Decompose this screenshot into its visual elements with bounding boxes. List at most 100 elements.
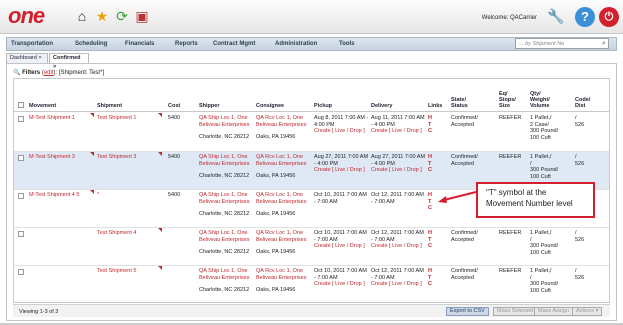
- home-icon[interactable]: ⌂: [72, 6, 92, 26]
- pickup-window: Aug 27, 2011 7:00 AM - 4:00 PM: [314, 154, 369, 167]
- shipment-flag-icon: [158, 152, 162, 156]
- consignee-city: Oaks, PA 19456: [256, 287, 296, 293]
- menu-transportation[interactable]: Transportation: [11, 41, 53, 47]
- delivery-create-link[interactable]: Create [ Live / Drop ]: [371, 243, 426, 250]
- refresh-icon[interactable]: ⟳: [112, 6, 132, 26]
- shipment-link[interactable]: Test Shipment 1: [97, 115, 163, 122]
- row-checkbox[interactable]: [18, 116, 24, 122]
- links-htc[interactable]: H T C: [428, 154, 438, 174]
- filters-value: [Shipment: Test*]: [58, 70, 105, 76]
- pickup-create-link[interactable]: Create [ Live / Drop ]: [314, 128, 369, 135]
- menu-contract-mgmt[interactable]: Contract Mgmt: [213, 41, 255, 47]
- filters-edit-link[interactable]: edit: [44, 70, 54, 76]
- movement-link[interactable]: M-Test Shipment 4 5: [29, 192, 95, 199]
- delivery-create-link[interactable]: Create [ Live / Drop ]: [371, 281, 426, 288]
- row-checkbox[interactable]: [18, 269, 24, 275]
- row-checkbox[interactable]: [18, 231, 24, 237]
- equipment: REEFER: [499, 154, 522, 160]
- shipment-link[interactable]: *: [97, 192, 163, 199]
- col-pickup[interactable]: Pickup: [314, 103, 332, 109]
- header-divider: [14, 111, 609, 112]
- movement-flag-icon: [90, 113, 94, 117]
- tab-dashboard[interactable]: Dashboard ×: [6, 53, 48, 63]
- brand-logo[interactable]: one: [8, 3, 45, 29]
- delivery-create-link[interactable]: Create [ Live / Drop ]: [371, 128, 426, 135]
- col-code-dist[interactable]: Code/ Dist: [575, 97, 590, 109]
- shipment-link[interactable]: Test Shipment 4: [97, 230, 163, 237]
- col-movement[interactable]: Movement: [29, 103, 56, 109]
- shipment-link[interactable]: Test Shipment 3: [97, 154, 163, 161]
- row-checkbox[interactable]: [18, 155, 24, 161]
- links-htc[interactable]: H T C: [428, 192, 438, 212]
- movement-link[interactable]: M-Test Shipment 3: [29, 154, 95, 161]
- filters-label: Filters: [22, 70, 41, 76]
- tab-confirmed[interactable]: Confirmed ×: [49, 53, 89, 70]
- pickup-window: Oct 10, 2011 7:00 AM - 7:00 AM: [314, 268, 367, 281]
- actions-dropdown-button[interactable]: Actions ▾: [572, 307, 603, 316]
- shipment-link[interactable]: Test Shipment 5: [97, 268, 163, 275]
- col-links[interactable]: Links: [428, 103, 442, 109]
- pickup-create-link[interactable]: Create [ Live / Drop ]: [314, 167, 369, 174]
- consignee-link[interactable]: QA Rcv Loc 1, One Beliveau Enterprises: [256, 230, 311, 243]
- qty-weight-volume: 1 Pallet,/ / 300 Pound/ 100 Cuft: [530, 268, 559, 294]
- col-shipment[interactable]: Shipment: [97, 103, 122, 109]
- col-qty-weight-volume[interactable]: Qty/ Weight/ Volume: [530, 91, 550, 109]
- movement-flag-icon: [90, 190, 94, 194]
- shipper-link[interactable]: QA Ship Loc 1, One Beliveau Enterprises: [199, 268, 254, 281]
- menu-tools[interactable]: Tools: [339, 41, 355, 47]
- consignee-city: Oaks, PA 19456: [256, 173, 296, 179]
- qty-weight-volume: 1 Pallet,/ / 300 Pound/ 100 Cuft: [530, 154, 559, 180]
- col-eq-stops-size[interactable]: Eq/ Stops/ Size: [499, 91, 516, 109]
- consignee-link[interactable]: QA Rcv Loc 1, One Beliveau Enterprises: [256, 115, 311, 128]
- col-consignee[interactable]: Consignee: [256, 103, 284, 109]
- links-htc[interactable]: H T C: [428, 230, 438, 250]
- consignee-link[interactable]: QA Rcv Loc 1, One Beliveau Enterprises: [256, 192, 311, 205]
- tools-wrench-icon[interactable]: 🔧: [545, 8, 567, 26]
- delivery-window: Oct 12, 2011 7:00 AM - 7:00 AM: [371, 268, 424, 281]
- links-htc[interactable]: H T C: [428, 115, 438, 135]
- app-window: one ⌂ ★ ⟳ ▣ Welcome: QACarrier 🔧 ? ⏻ Tra…: [0, 0, 623, 325]
- menu-scheduling[interactable]: Scheduling: [75, 41, 107, 47]
- export-csv-button[interactable]: Export to CSV: [446, 307, 489, 316]
- mass-assign-button[interactable]: Mass Assign: [534, 307, 573, 316]
- menu-financials[interactable]: Financials: [125, 41, 154, 47]
- col-cost[interactable]: Cost: [168, 103, 180, 109]
- col-shipper[interactable]: Shipper: [199, 103, 219, 109]
- shipper-link[interactable]: QA Ship Loc 1, One Beliveau Enterprises: [199, 115, 254, 128]
- delivery-create-link[interactable]: Create [ Live / Drop ]: [371, 167, 426, 174]
- links-htc[interactable]: H T C: [428, 268, 438, 288]
- shipment-search-input[interactable]: ... by Shipment No: [515, 38, 609, 49]
- consignee-link[interactable]: QA Rcv Loc 1, One Beliveau Enterprises: [256, 268, 311, 281]
- welcome-text: Welcome: QACarrier: [481, 15, 537, 21]
- help-icon[interactable]: ?: [575, 7, 595, 27]
- movement-flag-icon: [90, 152, 94, 156]
- grid-footer: Viewing 1-3 of 3 Export to CSV Mass Sele…: [13, 304, 610, 317]
- shipper-link[interactable]: QA Ship Loc 1, One Beliveau Enterprises: [199, 154, 254, 167]
- callout-arrow: [438, 191, 477, 203]
- mass-selected-button[interactable]: Mass Selected: [493, 307, 538, 316]
- shipper-link[interactable]: QA Ship Loc 1, One Beliveau Enterprises: [199, 192, 254, 205]
- col-delivery[interactable]: Delivery: [371, 103, 392, 109]
- flag-icon[interactable]: ▣: [132, 6, 152, 26]
- power-logout-icon[interactable]: ⏻: [599, 7, 619, 27]
- select-all-checkbox[interactable]: [18, 102, 24, 108]
- shipper-link[interactable]: QA Ship Loc 1, One Beliveau Enterprises: [199, 230, 254, 243]
- shipper-city: Charlotte, NC 28212: [199, 287, 250, 293]
- menu-administration[interactable]: Administration: [275, 41, 317, 47]
- col-state-status[interactable]: State/ Status: [451, 97, 468, 109]
- pickup-create-link[interactable]: Create [ Live / Drop ]: [314, 281, 369, 288]
- pickup-create-link[interactable]: Create [ Live / Drop ]: [314, 243, 369, 250]
- favorites-star-icon[interactable]: ★: [92, 6, 112, 26]
- row-checkbox[interactable]: [18, 193, 24, 199]
- search-icon[interactable]: ⌕: [599, 38, 609, 49]
- delivery-window: Oct 12, 2011 7:00 AM - 7:00 AM: [371, 192, 424, 205]
- movement-link[interactable]: M-Test Shipment 1: [29, 115, 95, 122]
- viewing-count: Viewing 1-3 of 3: [19, 309, 59, 315]
- consignee-city: Oaks, PA 19456: [256, 249, 296, 255]
- pickup-window: Oct 10, 2011 7:00 AM - 7:00 AM: [314, 192, 367, 205]
- consignee-link[interactable]: QA Rcv Loc 1, One Beliveau Enterprises: [256, 154, 311, 167]
- qty-weight-volume: 1 Pallet,/ / 300 Pound/ 100 Cuft: [530, 230, 559, 256]
- menu-reports[interactable]: Reports: [175, 41, 198, 47]
- cost-value: 5400: [168, 192, 181, 198]
- cost-value: 5400: [168, 115, 181, 121]
